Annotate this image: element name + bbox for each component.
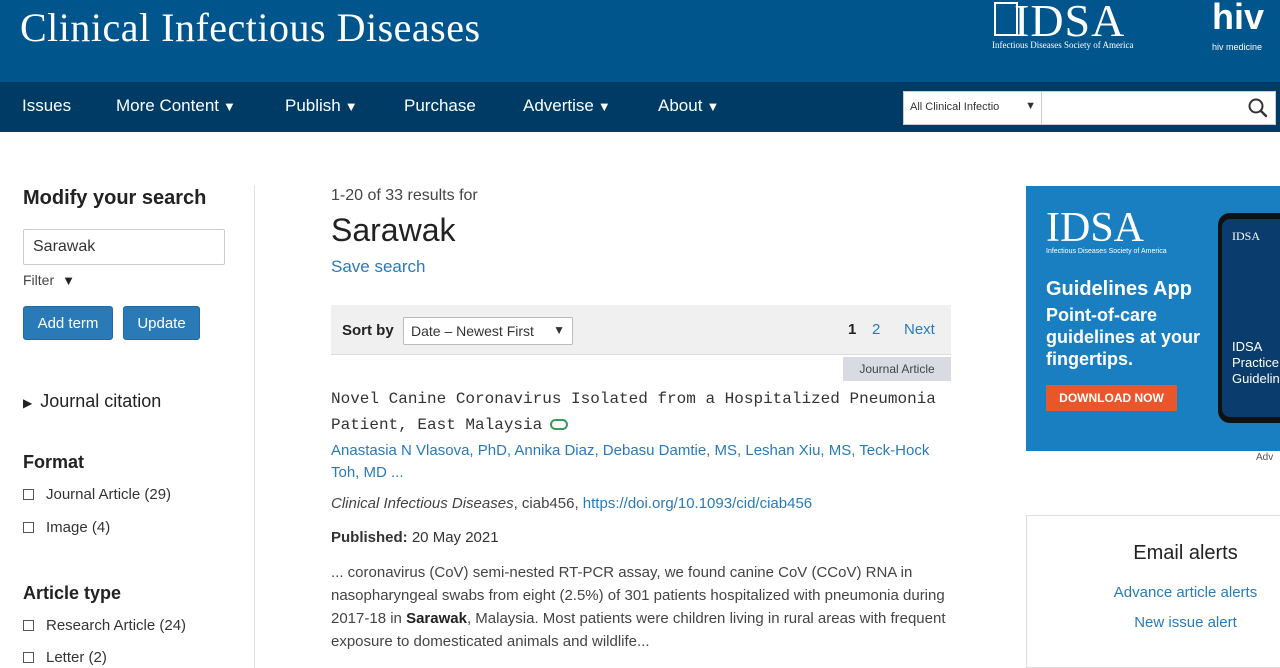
save-search-link[interactable]: Save search	[331, 257, 426, 277]
caret-down-icon: ▼	[597, 99, 611, 114]
journal-citation-label: Journal citation	[40, 391, 162, 411]
facet-item[interactable]: Research Article (24)	[23, 617, 186, 634]
facet-item[interactable]: Journal Article (29)	[23, 486, 171, 503]
nav-item-publish[interactable]: Publish ▼	[285, 96, 358, 116]
journal-citation-toggle[interactable]: ▶ Journal citation	[23, 391, 161, 412]
site-search: All Clinical Infectio ▼	[903, 91, 1276, 125]
ad-idsa-logo: IDSA	[1046, 205, 1145, 251]
article-authors[interactable]: Anastasia N Vlasova, PhD, Annika Diaz, D…	[331, 440, 951, 484]
nav-item-label: Publish	[285, 96, 341, 115]
hivma-logo-text: hiv	[1212, 0, 1265, 37]
idsa-logo[interactable]: IDSA Infectious Diseases Society of Amer…	[992, 0, 1192, 52]
nav-item-advertise[interactable]: Advertise ▼	[523, 96, 611, 116]
checkbox[interactable]	[23, 522, 34, 533]
email-alerts-title: Email alerts	[1133, 542, 1238, 564]
article-title: Novel Canine Coronavirus Isolated from a…	[331, 390, 936, 434]
ad-label: Adv	[1256, 452, 1274, 463]
sort-select[interactable]: Date – Newest First ▼	[403, 317, 573, 345]
article-title-link[interactable]: Novel Canine Coronavirus Isolated from a…	[331, 386, 951, 438]
caret-down-icon: ▼	[223, 99, 236, 114]
facet-item-label: Journal Article (29)	[46, 486, 172, 503]
sidebar-divider	[254, 186, 255, 668]
filter-toggle[interactable]: Filter ▼	[23, 272, 75, 288]
free-access-icon	[550, 419, 569, 431]
nav-item-label: About	[658, 96, 703, 115]
results-query: Sarawak	[331, 212, 456, 248]
doi-link[interactable]: https://doi.org/10.1093/cid/ciab456	[583, 495, 812, 512]
add-term-button[interactable]: Add term	[23, 306, 113, 340]
site-header: Clinical Infectious Diseases IDSA Infect…	[0, 0, 1280, 82]
next-page-link[interactable]: Next	[904, 321, 935, 338]
citation-id: , ciab456,	[513, 495, 579, 512]
guidelines-app-ad[interactable]: IDSA Infectious Diseases Society of Amer…	[1026, 186, 1280, 451]
site-search-input[interactable]	[1044, 92, 1244, 124]
site-title[interactable]: Clinical Infectious Diseases	[20, 4, 481, 51]
modify-search-input[interactable]	[23, 229, 225, 265]
facet-item-label: Letter (2)	[46, 649, 107, 666]
page-link[interactable]: 2	[872, 321, 880, 338]
article-citation: Clinical Infectious Diseases, ciab456, h…	[331, 495, 812, 512]
article-authors-text: Anastasia N Vlasova, PhD, Annika Diaz, D…	[331, 442, 930, 481]
checkbox[interactable]	[23, 620, 34, 631]
triangle-right-icon: ▶	[23, 396, 33, 410]
facet-heading-article-type: Article type	[23, 583, 122, 603]
facet-item-label: Image (4)	[46, 519, 111, 536]
update-button[interactable]: Update	[123, 306, 200, 340]
ad-body: Point-of-care guidelines at your fingert…	[1046, 305, 1201, 369]
checkbox[interactable]	[23, 489, 34, 500]
sort-select-value: Date – Newest First	[411, 323, 534, 339]
sort-bar: Sort by Date – Newest First ▼ 1 2 Next	[331, 305, 951, 355]
caret-down-icon: ▼	[706, 99, 720, 114]
journal-name: Clinical Infectious Diseases	[331, 495, 514, 512]
published-date: Published: 20 May 2021	[331, 529, 499, 546]
published-value: 20 May 2021	[411, 529, 499, 546]
results-count: 1-20 of 33 results for	[331, 187, 478, 204]
checkbox[interactable]	[23, 652, 34, 663]
facet-heading-format: Format	[23, 452, 85, 472]
download-now-button[interactable]: DOWNLOAD NOW	[1046, 385, 1177, 411]
facet-item[interactable]: Image (4)	[23, 519, 110, 536]
search-scope-label: All Clinical Infectio	[910, 101, 1000, 113]
modify-search-heading: Modify your search	[23, 187, 207, 209]
idsa-logo-subtitle: Infectious Diseases Society of America	[992, 40, 1134, 50]
caret-down-icon: ▼	[553, 323, 565, 337]
phone-screen: IDSA IDSA Practice Guideline	[1222, 219, 1280, 417]
phone-logo: IDSA	[1232, 229, 1261, 243]
article-type-tag: Journal Article	[843, 357, 951, 381]
phone-text: IDSA Practice Guideline	[1232, 339, 1280, 386]
filter-label: Filter	[23, 272, 55, 288]
snippet-highlight: Sarawak	[406, 610, 467, 627]
search-icon[interactable]	[1245, 96, 1271, 120]
phone-image: IDSA IDSA Practice Guideline	[1218, 213, 1280, 423]
page-link-current[interactable]: 1	[848, 321, 856, 338]
article-snippet: ... coronavirus (CoV) semi-nested RT-PCR…	[331, 561, 956, 653]
nav-item-more-content[interactable]: More Content ▼	[116, 96, 236, 116]
nav-item-label: Purchase	[404, 96, 476, 115]
hivma-logo-subtitle: hiv medicine	[1212, 42, 1263, 52]
caret-down-icon: ▼	[344, 99, 358, 114]
ad-idsa-logo-subtitle: Infectious Diseases Society of America	[1046, 248, 1167, 255]
nav-item-label: Advertise	[523, 96, 594, 115]
facet-item-label: Research Article (24)	[46, 617, 187, 634]
hivma-logo[interactable]: hiv hiv medicine	[1210, 0, 1280, 60]
email-alerts-box: Email alerts Advance article alerts New …	[1026, 515, 1280, 668]
nav-item-label: Issues	[22, 96, 72, 115]
ad-title: Guidelines App	[1046, 278, 1192, 300]
nav-item-about[interactable]: About ▼	[658, 96, 719, 116]
caret-down-icon: ▼	[62, 273, 75, 288]
facet-item[interactable]: Letter (2)	[23, 649, 107, 666]
nav-item-purchase[interactable]: Purchase	[404, 96, 476, 116]
search-scope-select[interactable]: All Clinical Infectio ▼	[904, 92, 1042, 124]
published-label: Published:	[331, 529, 408, 546]
nav-item-label: More Content	[116, 96, 219, 115]
nav-item-issues[interactable]: Issues	[22, 96, 71, 116]
caret-down-icon: ▼	[1025, 100, 1036, 112]
sort-label: Sort by	[342, 322, 394, 339]
advance-article-alerts-link[interactable]: Advance article alerts	[1027, 584, 1280, 601]
new-issue-alert-link[interactable]: New issue alert	[1027, 614, 1280, 631]
